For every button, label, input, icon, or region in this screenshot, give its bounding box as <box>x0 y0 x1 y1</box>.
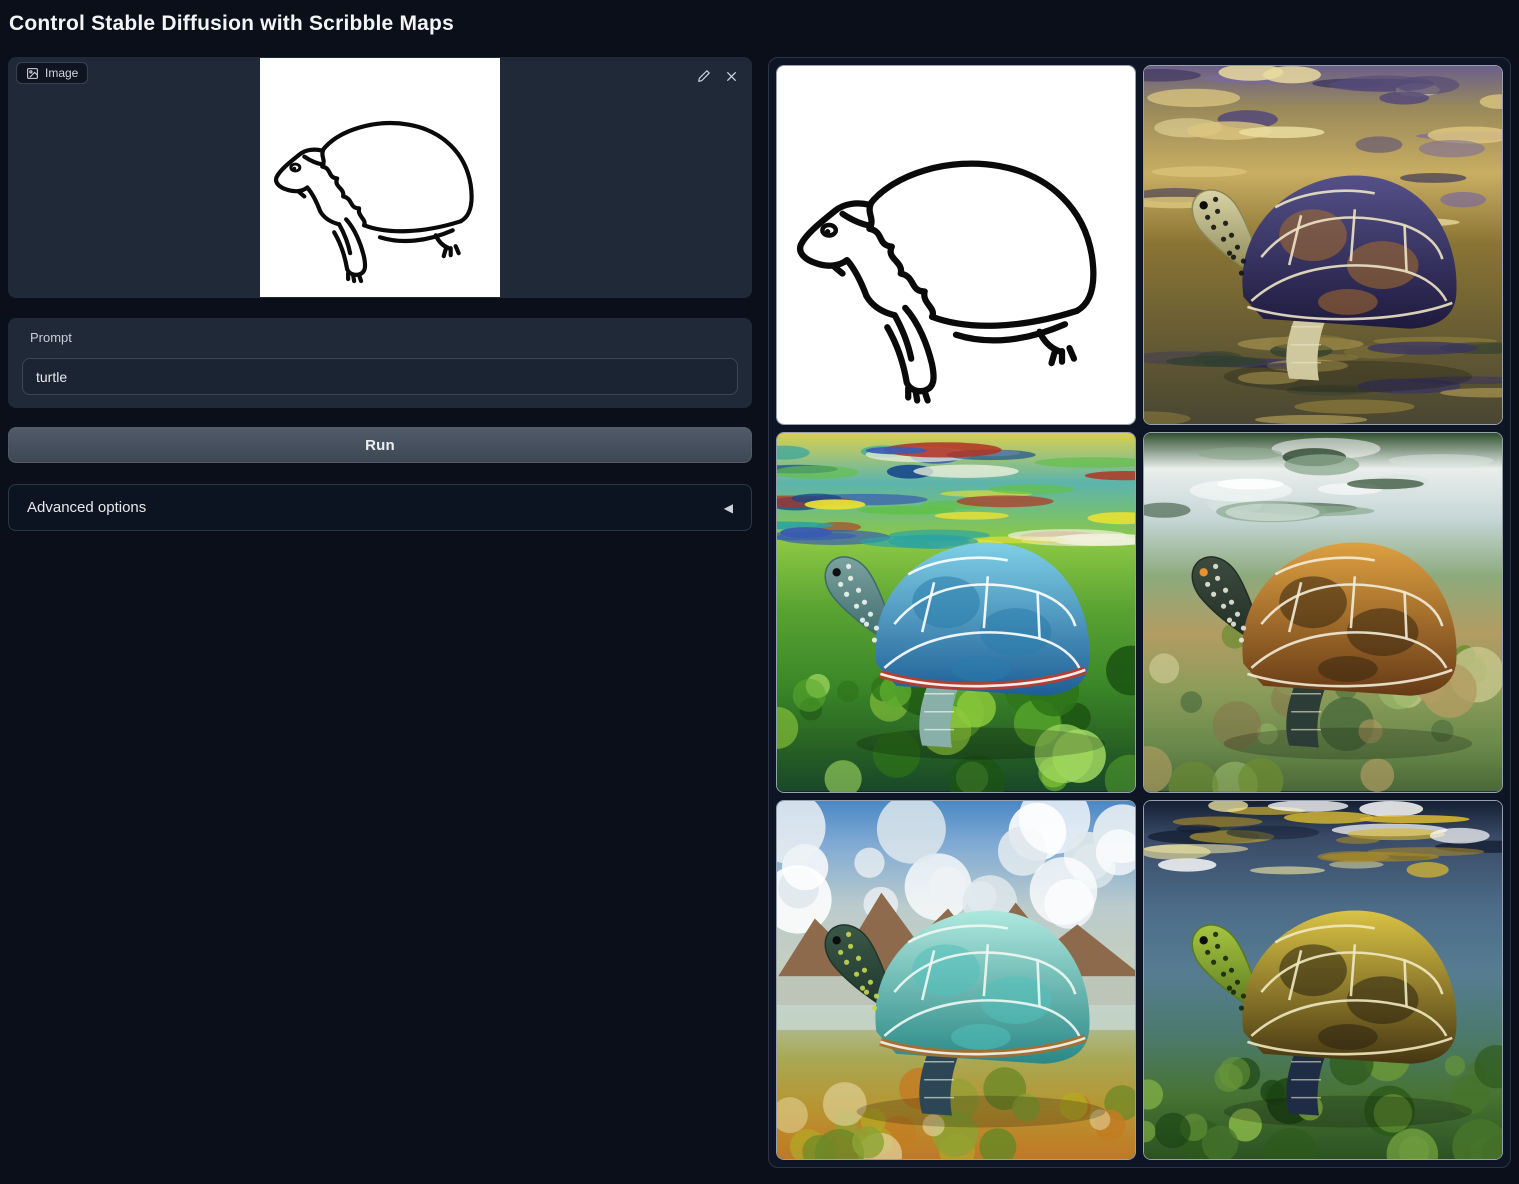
gallery-item-1[interactable] <box>776 65 1136 425</box>
prompt-input[interactable] <box>22 358 738 395</box>
gallery-image-generated-2 <box>777 433 1135 791</box>
output-gallery <box>768 57 1511 1168</box>
edit-image-button[interactable] <box>695 67 713 85</box>
gallery-image-generated-4 <box>777 801 1135 1159</box>
advanced-options-label: Advanced options <box>27 499 146 516</box>
gallery-item-3[interactable] <box>776 432 1136 792</box>
advanced-options-accordion[interactable]: Advanced options ◀ <box>8 484 752 531</box>
image-icon <box>26 67 39 80</box>
prompt-label: Prompt <box>30 330 72 345</box>
input-image-block: Image <box>8 57 752 298</box>
gallery-item-4[interactable] <box>1143 432 1503 792</box>
gallery-image-scribble <box>777 66 1135 424</box>
gallery-item-5[interactable] <box>776 800 1136 1160</box>
run-button[interactable]: Run <box>8 427 752 463</box>
page-title: Control Stable Diffusion with Scribble M… <box>9 12 454 36</box>
pencil-icon <box>697 69 711 83</box>
x-icon <box>725 70 738 83</box>
clear-image-button[interactable] <box>722 67 740 85</box>
scribble-drawing <box>260 58 500 297</box>
gallery-item-6[interactable] <box>1143 800 1503 1160</box>
uploaded-scribble-image[interactable] <box>260 58 500 297</box>
prompt-block: Prompt <box>8 318 752 408</box>
gallery-image-generated-5 <box>1144 801 1502 1159</box>
gallery-item-2[interactable] <box>1143 65 1503 425</box>
left-triangle-icon: ◀ <box>724 501 733 515</box>
image-component-label-text: Image <box>45 66 78 80</box>
image-component-label: Image <box>16 62 88 84</box>
gallery-image-generated-3 <box>1144 433 1502 791</box>
gallery-image-generated-1 <box>1144 66 1502 424</box>
